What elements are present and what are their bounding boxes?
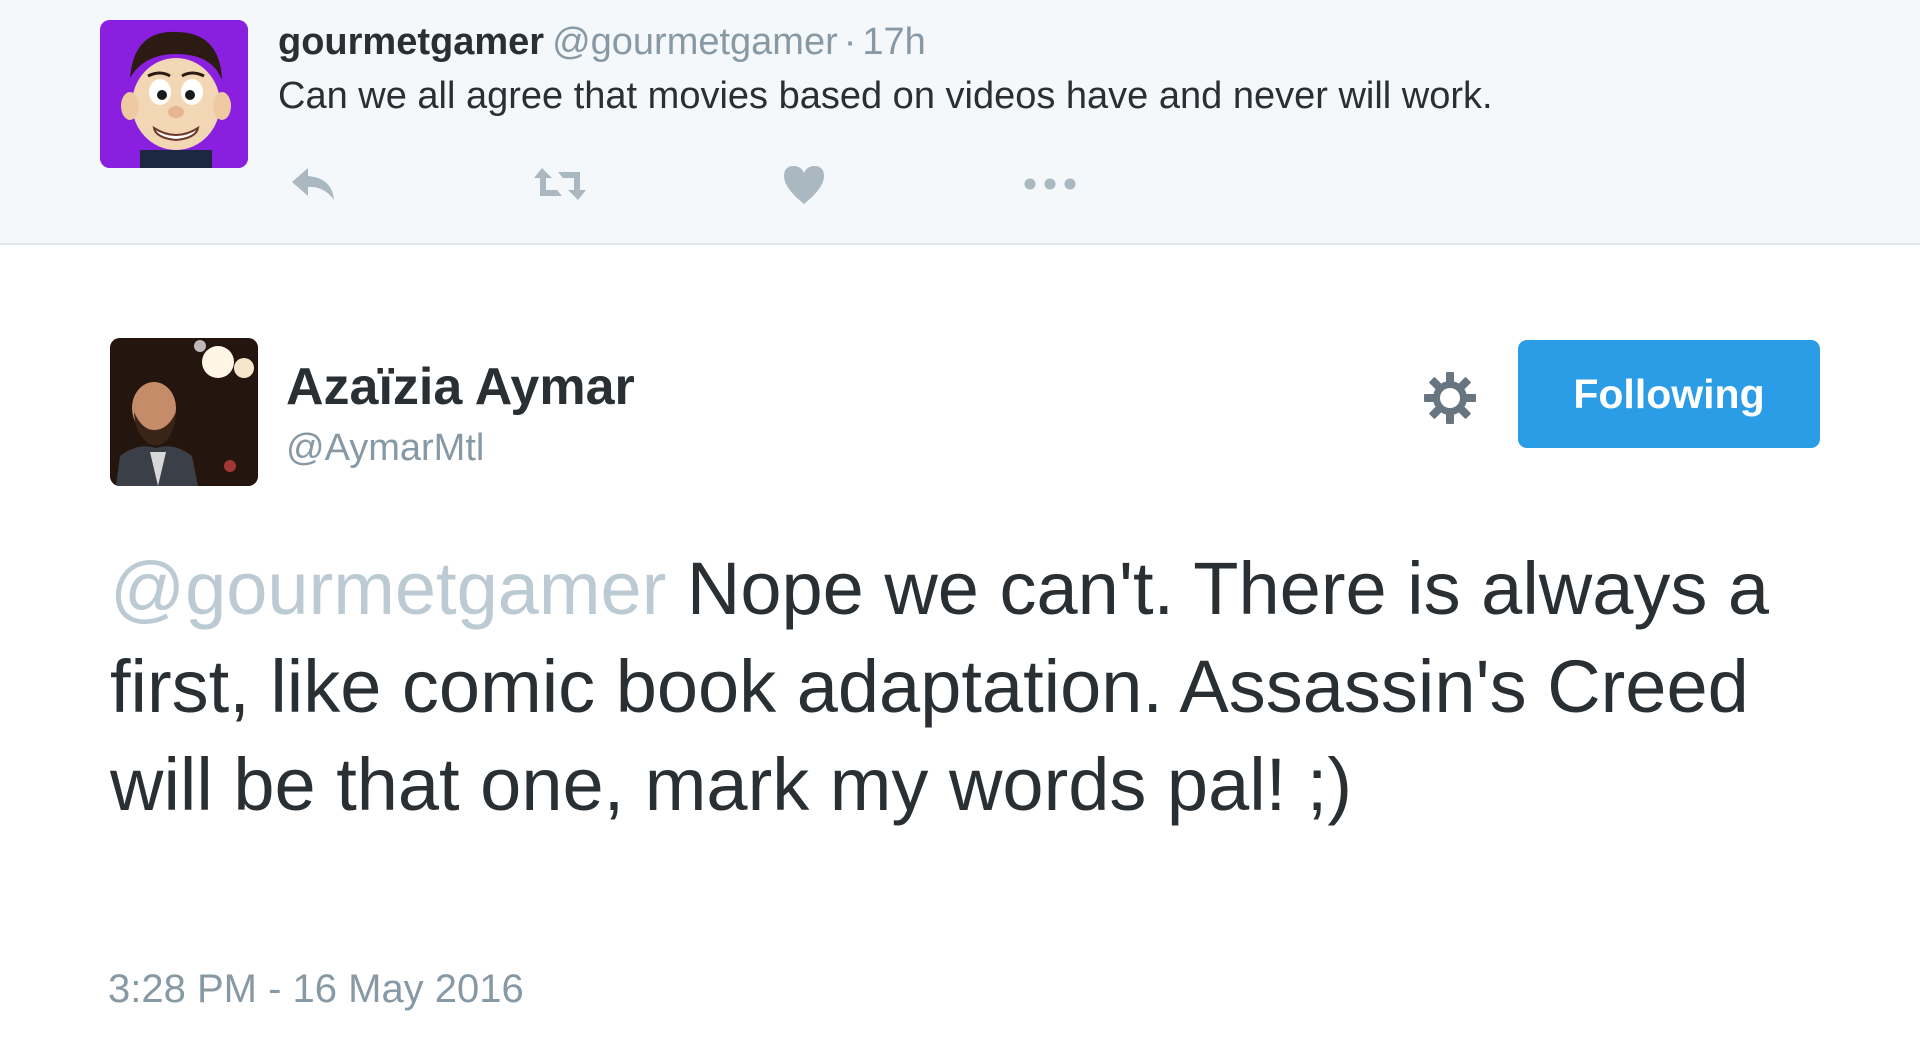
main-handle[interactable]: @AymarMtl	[286, 424, 484, 472]
gear-icon	[1424, 372, 1476, 424]
retweet-button[interactable]	[524, 156, 596, 212]
parent-time[interactable]: 17h	[862, 21, 925, 63]
settings-button[interactable]	[1420, 368, 1480, 428]
reply-icon	[292, 168, 334, 200]
parent-tweet-text: Can we all agree that movies based on vi…	[278, 75, 1493, 117]
profile-photo-icon	[110, 338, 258, 486]
parent-display-name[interactable]: gourmetgamer	[278, 21, 544, 63]
tweet-timestamp[interactable]: 3:28 PM - 16 May 2016	[108, 964, 524, 1014]
main-avatar[interactable]	[110, 338, 258, 486]
more-icon	[1024, 178, 1076, 190]
puppet-avatar-icon	[100, 20, 248, 168]
parent-tweet-header: gourmetgamer @gourmetgamer · 17h	[278, 18, 926, 66]
like-button[interactable]	[768, 156, 840, 212]
following-button[interactable]: Following	[1518, 340, 1820, 448]
mention-link[interactable]: @gourmetgamer	[110, 547, 666, 630]
parent-tweet[interactable]: gourmetgamer @gourmetgamer · 17h Can we all…	[0, 0, 1920, 245]
tweet-detail-page: gourmetgamer @gourmetgamer · 17h Can we all…	[0, 0, 1920, 1050]
main-display-name[interactable]: Azaïzia Aymar	[286, 356, 635, 418]
parent-separator: ·	[843, 21, 857, 63]
main-tweet-text: @gourmetgamer Nope we can't. There is al…	[110, 540, 1790, 834]
parent-avatar[interactable]	[100, 20, 248, 168]
reply-button[interactable]	[278, 156, 350, 212]
retweet-icon	[534, 168, 586, 200]
like-icon	[784, 166, 824, 204]
parent-handle[interactable]: @gourmetgamer	[552, 21, 838, 63]
more-button[interactable]	[1014, 156, 1086, 212]
